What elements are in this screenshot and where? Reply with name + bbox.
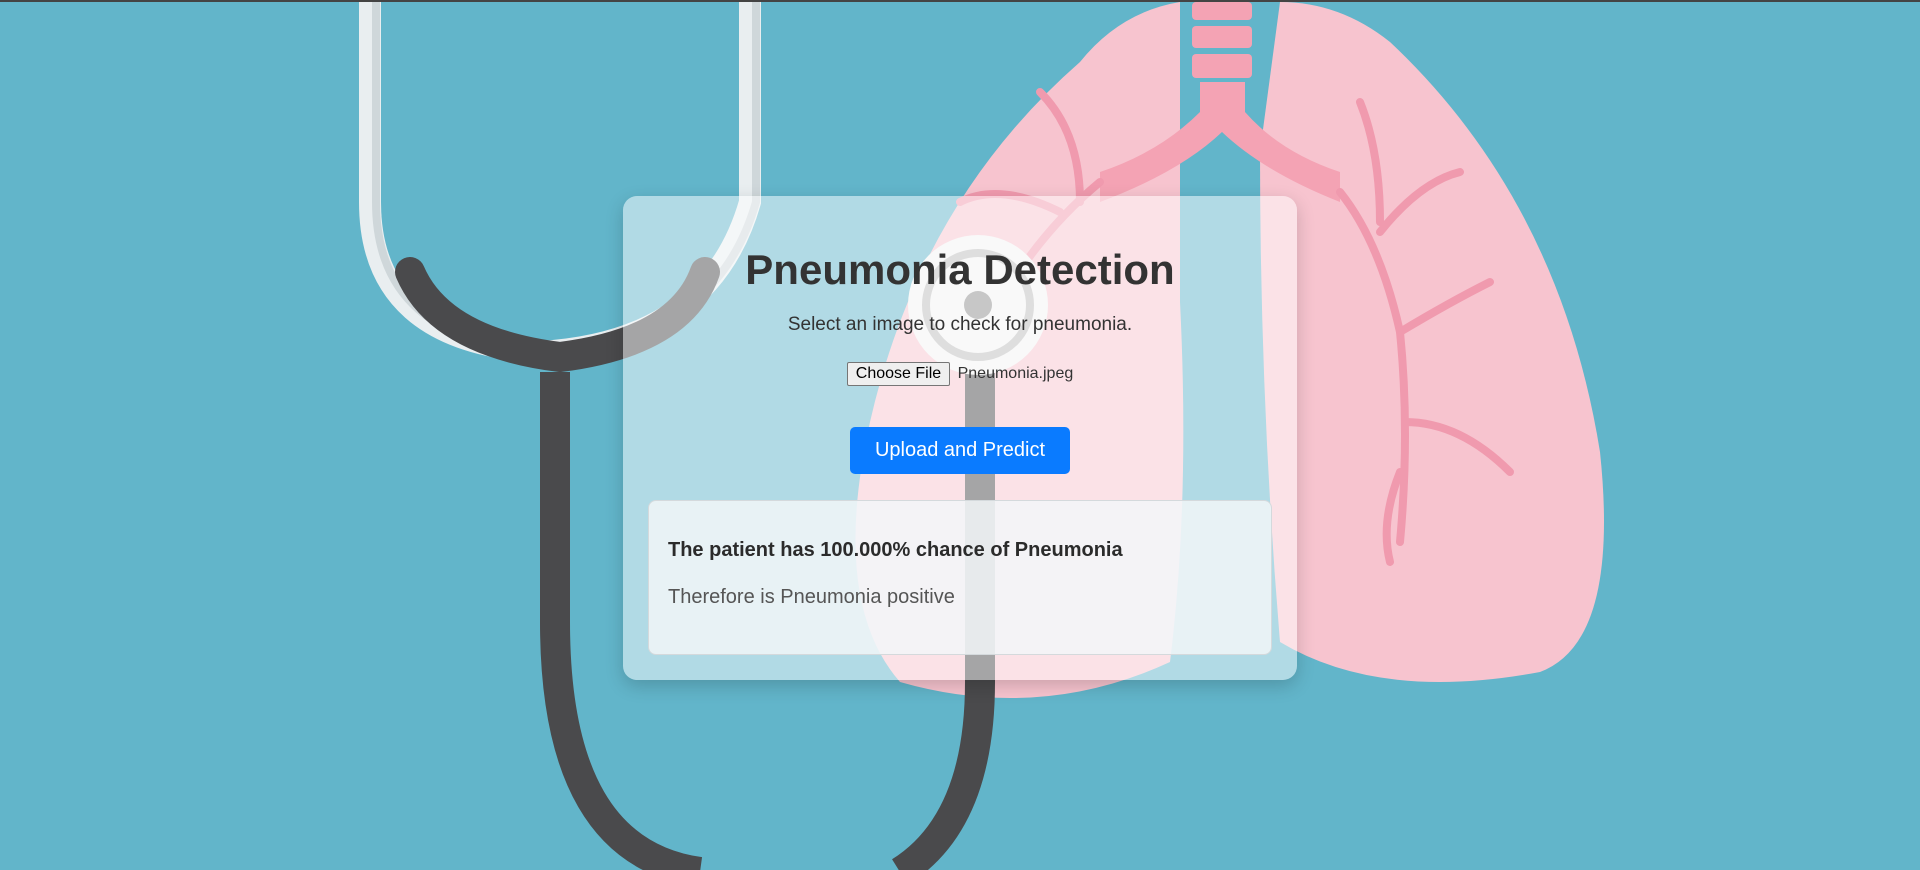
- result-panel: The patient has 100.000% chance of Pneum…: [648, 500, 1272, 655]
- selected-file-name: Pneumonia.jpeg: [957, 365, 1074, 382]
- upload-and-predict-button[interactable]: Upload and Predict: [850, 427, 1070, 474]
- file-input[interactable]: Choose File Pneumonia.jpeg: [623, 362, 1297, 386]
- result-conclusion: Therefore is Pneumonia positive: [668, 586, 955, 608]
- upload-card: Pneumonia Detection Select an image to c…: [623, 196, 1297, 680]
- choose-file-button[interactable]: Choose File: [846, 362, 951, 386]
- page: Pneumonia Detection Select an image to c…: [0, 0, 1920, 870]
- page-title: Pneumonia Detection: [745, 246, 1175, 293]
- subtitle: Select an image to check for pneumonia.: [787, 314, 1133, 335]
- result-headline: The patient has 100.000% chance of Pneum…: [668, 539, 1123, 561]
